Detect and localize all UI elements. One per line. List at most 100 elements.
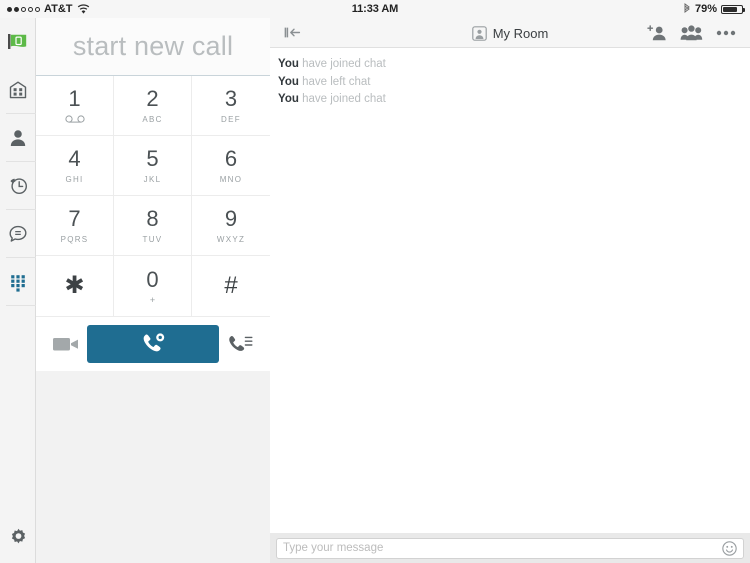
- video-call-button[interactable]: [46, 325, 86, 363]
- audio-call-icon: [143, 333, 165, 352]
- app-logo-icon: [8, 34, 27, 49]
- sidebar-item-contacts[interactable]: [0, 114, 36, 162]
- more-options-button[interactable]: [716, 30, 736, 36]
- dial-display[interactable]: start new call: [36, 18, 270, 76]
- add-participant-button[interactable]: [647, 24, 667, 41]
- bluetooth-icon: [684, 3, 690, 13]
- message-input-wrapper: [276, 537, 744, 559]
- message-text: have left chat: [302, 75, 371, 88]
- carrier-label: AT&T: [44, 3, 73, 15]
- keypad-row: 1 2 ABC 3 DEF: [36, 76, 270, 136]
- keypad-row: 4 GHI 5 JKL 6 MNO: [36, 136, 270, 196]
- key-letters: WXYZ: [216, 234, 246, 244]
- key-letters: JKL: [143, 174, 162, 184]
- key-hash[interactable]: #: [192, 256, 270, 316]
- audio-call-button[interactable]: [87, 325, 219, 363]
- battery-icon: [721, 4, 745, 14]
- message-input[interactable]: [283, 542, 722, 554]
- key-digit: 2: [146, 85, 159, 111]
- chat-message: You have joined chat: [274, 56, 750, 74]
- contact-card-icon: [471, 25, 487, 41]
- keypad-row: 7 PQRS 8 TUV 9 WXYZ: [36, 196, 270, 256]
- key-5[interactable]: 5 JKL: [114, 136, 192, 196]
- dialer-action-bar: [36, 316, 270, 371]
- key-letters: DEF: [221, 114, 241, 124]
- person-icon: [10, 130, 26, 146]
- key-letters: TUV: [142, 234, 163, 244]
- key-digit: 0: [146, 266, 159, 292]
- key-digit: 6: [224, 145, 238, 171]
- key-star[interactable]: ✱: [36, 256, 114, 316]
- chat-panel: My Room You have joined chat You have le…: [270, 18, 750, 563]
- key-8[interactable]: 8 TUV: [114, 196, 192, 256]
- key-letters: MNO: [219, 174, 243, 184]
- keypad: 1 2 ABC 3 DEF 4 GHI 5 JKL 6 MNO 7 PQRS 8…: [36, 76, 270, 316]
- status-bar-left: AT&T: [0, 3, 250, 15]
- wifi-icon: [77, 3, 89, 14]
- key-letters: GHI: [65, 174, 84, 184]
- key-0[interactable]: 0 +: [114, 256, 192, 316]
- sidebar-item-messages[interactable]: [0, 210, 36, 258]
- group-participants-icon: [680, 24, 703, 40]
- key-digit: 8: [146, 205, 159, 231]
- chat-message: You have left chat: [274, 74, 750, 92]
- message-text: have joined chat: [302, 93, 386, 105]
- collapse-panel-button[interactable]: [270, 26, 301, 39]
- chat-message: You have joined chat: [274, 91, 750, 109]
- key-6[interactable]: 6 MNO: [192, 136, 270, 196]
- key-plus: +: [149, 294, 156, 305]
- dialpad-icon: [11, 275, 25, 292]
- battery-percent-label: 79%: [694, 3, 717, 15]
- key-digit: ✱: [64, 272, 85, 299]
- call-options-button[interactable]: [220, 325, 260, 363]
- chat-title: My Room: [492, 25, 549, 41]
- emoji-smiley-icon[interactable]: [722, 540, 737, 556]
- call-history-icon: [10, 178, 27, 194]
- chat-message-list: You have joined chat You have left chat …: [270, 48, 750, 533]
- key-digit: 5: [146, 145, 159, 171]
- key-9[interactable]: 9 WXYZ: [192, 196, 270, 256]
- chat-header: My Room: [270, 18, 750, 48]
- video-call-icon: [53, 338, 78, 351]
- key-digit: 4: [68, 145, 81, 171]
- dialer-panel: start new call 1 2 ABC 3 DEF 4 GHI 5 JKL…: [36, 18, 270, 563]
- key-2[interactable]: 2 ABC: [114, 76, 192, 136]
- chat-bubble-icon: [9, 225, 27, 242]
- message-composer: [270, 533, 750, 563]
- gear-icon: [11, 528, 25, 543]
- sidebar-item-enterprise-directory[interactable]: [0, 66, 36, 114]
- key-1[interactable]: 1: [36, 76, 114, 136]
- key-digit: 3: [224, 85, 238, 111]
- clock-label: 11:33 AM: [351, 3, 399, 15]
- key-7[interactable]: 7 PQRS: [36, 196, 114, 256]
- status-bar: AT&T 11:33 AM 79%: [0, 0, 750, 18]
- sidebar-item-call-history[interactable]: [0, 162, 36, 210]
- sidebar-item-dialpad[interactable]: [0, 258, 36, 306]
- status-bar-right: 79%: [500, 3, 750, 15]
- key-letters: PQRS: [60, 234, 89, 244]
- key-digit: 7: [68, 205, 81, 231]
- app-root: AT&T 11:33 AM 79% start new call 1 2 ABC…: [0, 0, 750, 563]
- dialer-empty-area: [36, 371, 270, 559]
- message-author: You: [278, 58, 299, 70]
- keypad-row: ✱ 0 + #: [36, 256, 270, 316]
- message-text: have joined chat: [302, 58, 386, 70]
- enterprise-directory-icon: [9, 81, 27, 99]
- voicemail-icon: [64, 114, 86, 123]
- signal-strength-icon: [7, 6, 40, 12]
- key-4[interactable]: 4 GHI: [36, 136, 114, 196]
- sidebar-item-app-logo[interactable]: [0, 18, 36, 66]
- more-options-icon: [716, 30, 736, 35]
- add-participant-icon: [647, 24, 666, 40]
- collapse-left-icon: [284, 27, 301, 38]
- key-digit: #: [224, 272, 238, 299]
- participants-button[interactable]: [680, 24, 703, 41]
- sidebar: [0, 18, 36, 563]
- key-digit: 9: [224, 205, 238, 231]
- message-author: You: [278, 75, 299, 88]
- key-3[interactable]: 3 DEF: [192, 76, 270, 136]
- chat-header-actions: [647, 24, 750, 41]
- sidebar-item-settings[interactable]: [0, 515, 36, 559]
- message-author: You: [278, 93, 299, 105]
- call-options-icon: [229, 336, 253, 351]
